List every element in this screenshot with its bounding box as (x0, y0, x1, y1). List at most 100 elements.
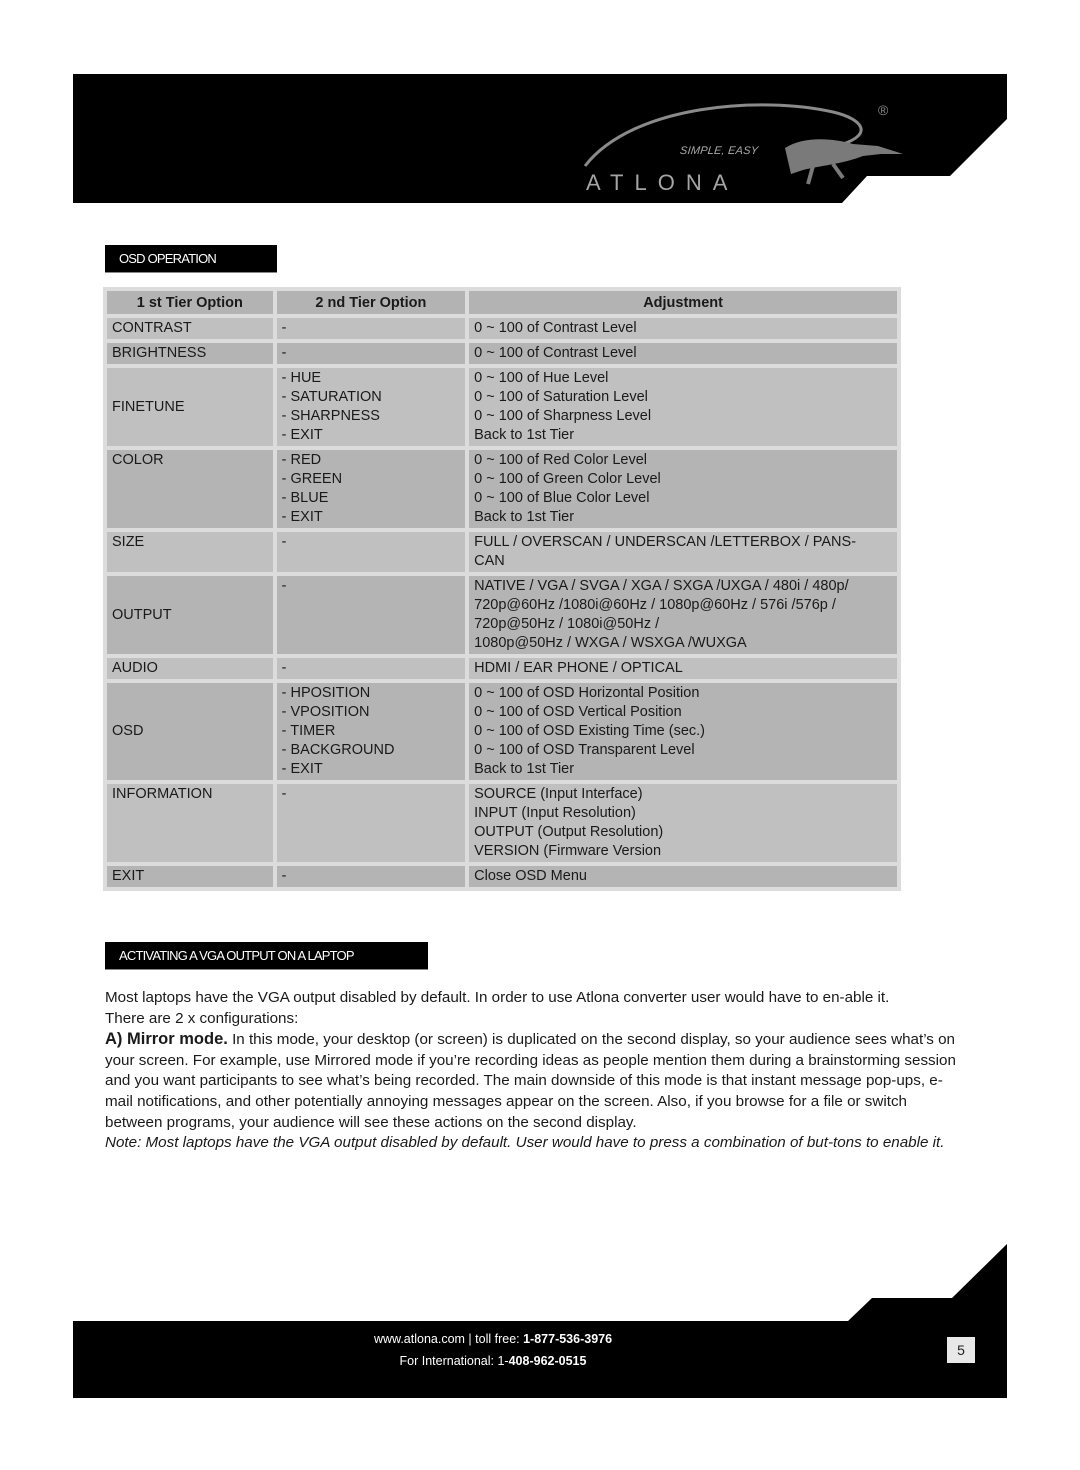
tier2-option: - GREEN (281, 471, 343, 487)
adjustment-line: 1080p@50Hz / WXGA / WSXGA /WUXGA (474, 635, 747, 651)
cell-tier2: - (276, 576, 466, 654)
adjustment-line: FULL / OVERSCAN / UNDERSCAN /LETTERBOX /… (474, 534, 857, 550)
cell-adjustment: 0 ~ 100 of Contrast Level (469, 343, 897, 364)
column-header-adjustment: Adjustment (469, 291, 897, 314)
tier2-option: - (281, 534, 287, 550)
table-row: FINETUNE - HUE - SATURATION - SHARPNESS - EX… (107, 368, 897, 446)
toll-free-label: toll free: (475, 1332, 524, 1346)
tier2-option: - RED (281, 452, 322, 468)
footer-contact: www.atlona.com | toll free: 1-877-536-39… (73, 1328, 913, 1372)
table-row: SIZE - FULL / OVERSCAN / UNDERSCAN /LETTER… (107, 532, 897, 572)
tier2-option: - (281, 345, 287, 361)
adjustment-line: INPUT (Input Resolution) (474, 805, 636, 821)
cell-tier1: OSD (107, 683, 273, 780)
configurations-line: There are 2 x configurations: (105, 1009, 299, 1027)
cell-tier2: - (276, 658, 466, 679)
table-row: OSD - HPOSITION - VPOSITION - TIMER - BACKGR… (107, 683, 897, 780)
page-footer: www.atlona.com | toll free: 1-877-536-39… (73, 1244, 1007, 1398)
cell-tier2: - (276, 343, 466, 364)
tier2-option: - (281, 868, 287, 884)
cell-tier1: SIZE (107, 532, 273, 572)
international-number: 408-962-0515 (508, 1354, 587, 1368)
cell-tier2: - HUE - SATURATION - SHARPNESS - EXIT (276, 368, 466, 446)
adjustment-line: 0 ~ 100 of Contrast Level (474, 345, 637, 361)
adjustment-line: 0 ~ 100 of OSD Horizontal Position (474, 685, 700, 701)
table-row: OUTPUT - NATIVE / VGA / SVGA / XGA / SXGA … (107, 576, 897, 654)
cell-tier1: INFORMATION (107, 784, 273, 862)
tier2-option: - EXIT (281, 427, 323, 443)
adjustment-line: HDMI / EAR PHONE / OPTICAL (474, 660, 683, 676)
cell-tier1: EXIT (107, 866, 273, 887)
cell-tier2: - (276, 784, 466, 862)
osd-table: 1 st Tier Option 2 nd Tier Option Adjust… (103, 287, 901, 891)
note-paragraph: Note: Most laptops have the VGA output d… (105, 1134, 945, 1152)
adjustment-line: 0 ~ 100 of Blue Color Level (474, 490, 650, 506)
tier2-option: - BLUE (281, 490, 329, 506)
table-row: CONTRAST - 0 ~ 100 of Contrast Level (107, 318, 897, 339)
adjustment-line: Back to 1st Tier (474, 761, 575, 777)
footer-line-1: www.atlona.com | toll free: 1-877-536-39… (73, 1328, 913, 1350)
page-number: 5 (947, 1337, 975, 1363)
brand-tagline: SIMPLE, EASY (679, 145, 759, 157)
cell-adjustment: Close OSD Menu (469, 866, 897, 887)
table-row: AUDIO - HDMI / EAR PHONE / OPTICAL (107, 658, 897, 679)
cell-tier1: OUTPUT (107, 576, 273, 654)
table-row: EXIT - Close OSD Menu (107, 866, 897, 887)
adjustment-line: Back to 1st Tier (474, 509, 575, 525)
cell-tier2: - HPOSITION - VPOSITION - TIMER - BACKGROUN… (276, 683, 466, 780)
tier2-option: - HUE (281, 370, 322, 386)
cell-tier1: CONTRAST (107, 318, 273, 339)
osd-table-body: CONTRAST -0 ~ 100 of Contrast Level BRIGHT… (107, 318, 897, 887)
cell-tier1: BRIGHTNESS (107, 343, 273, 364)
cell-tier1: COLOR (107, 450, 273, 528)
adjustment-line: 0 ~ 100 of Green Color Level (474, 471, 661, 487)
cell-adjustment: 0 ~ 100 of Hue Level 0 ~ 100 of Saturatio… (469, 368, 897, 446)
tier2-option: - VPOSITION (281, 704, 370, 720)
adjustment-line: VERSION (Firmware Version (474, 843, 662, 859)
registered-mark: ® (878, 102, 889, 118)
adjustment-line: NATIVE / VGA / SVGA / XGA / SXGA /UXGA /… (474, 578, 849, 594)
adjustment-line: CAN (474, 553, 505, 569)
section-label-osd-operation: OSD OPERATION (105, 245, 277, 273)
adjustment-line: Back to 1st Tier (474, 427, 575, 443)
footer-line-2: For International: 1-408-962-0515 (73, 1350, 913, 1372)
mirror-mode-title: A) Mirror mode. (105, 1030, 228, 1049)
cell-tier2: - RED - GREEN - BLUE - EXIT (276, 450, 466, 528)
table-row: COLOR - RED - GREEN - BLUE - EXIT 0 ~ 100 of … (107, 450, 897, 528)
cell-adjustment: FULL / OVERSCAN / UNDERSCAN /LETTERBOX /… (469, 532, 897, 572)
tier2-option: - TIMER (281, 723, 336, 739)
cell-adjustment: 0 ~ 100 of Contrast Level (469, 318, 897, 339)
header-bar (73, 74, 1007, 203)
adjustment-line: 0 ~ 100 of Red Color Level (474, 452, 648, 468)
cell-tier2: - (276, 532, 466, 572)
table-row: INFORMATION - SOURCE (Input Interface) INPU… (107, 784, 897, 862)
adjustment-line: 0 ~ 100 of OSD Vertical Position (474, 704, 682, 720)
adjustment-line: 720p@60Hz /1080i@60Hz / 1080p@60Hz / 576… (474, 597, 836, 613)
footer-separator: | (464, 1332, 476, 1346)
mirror-mode-text: In this mode, your desktop (or screen) i… (105, 1031, 956, 1131)
website-link[interactable]: www.atlona.com (374, 1332, 465, 1346)
intro-paragraph: Most laptops have the VGA output disable… (105, 989, 890, 1006)
cell-tier2: - (276, 866, 466, 887)
adjustment-line: 0 ~ 100 of Saturation Level (474, 389, 648, 405)
tier2-option: - (281, 578, 287, 594)
column-header-tier1: 1 st Tier Option (107, 291, 273, 314)
adjustment-line: 0 ~ 100 of Sharpness Level (474, 408, 652, 424)
tier2-option: - EXIT (281, 509, 323, 525)
cell-adjustment: 0 ~ 100 of OSD Horizontal Position 0 ~ 10… (469, 683, 897, 780)
tier2-option: - (281, 320, 287, 336)
column-header-tier2: 2 nd Tier Option (276, 291, 466, 314)
tier2-option: - (281, 786, 287, 802)
adjustment-line: OUTPUT (Output Resolution) (474, 824, 664, 840)
international-label: For International: 1- (399, 1354, 509, 1368)
adjustment-line: 0 ~ 100 of OSD Transparent Level (474, 742, 695, 758)
body-text: Most laptops have the VGA output disable… (105, 988, 957, 1154)
adjustment-line: SOURCE (Input Interface) (474, 786, 643, 802)
tier2-option: - HPOSITION (281, 685, 371, 701)
table-row: BRIGHTNESS - 0 ~ 100 of Contrast Level (107, 343, 897, 364)
toll-free-number: 1-877-536-3976 (523, 1332, 613, 1346)
table-header-row: 1 st Tier Option 2 nd Tier Option Adjust… (107, 291, 897, 314)
cell-adjustment: 0 ~ 100 of Red Color Level 0 ~ 100 of Gre… (469, 450, 897, 528)
tier2-option: - EXIT (281, 761, 323, 777)
brand-logo-text: ATLONA (586, 170, 739, 195)
